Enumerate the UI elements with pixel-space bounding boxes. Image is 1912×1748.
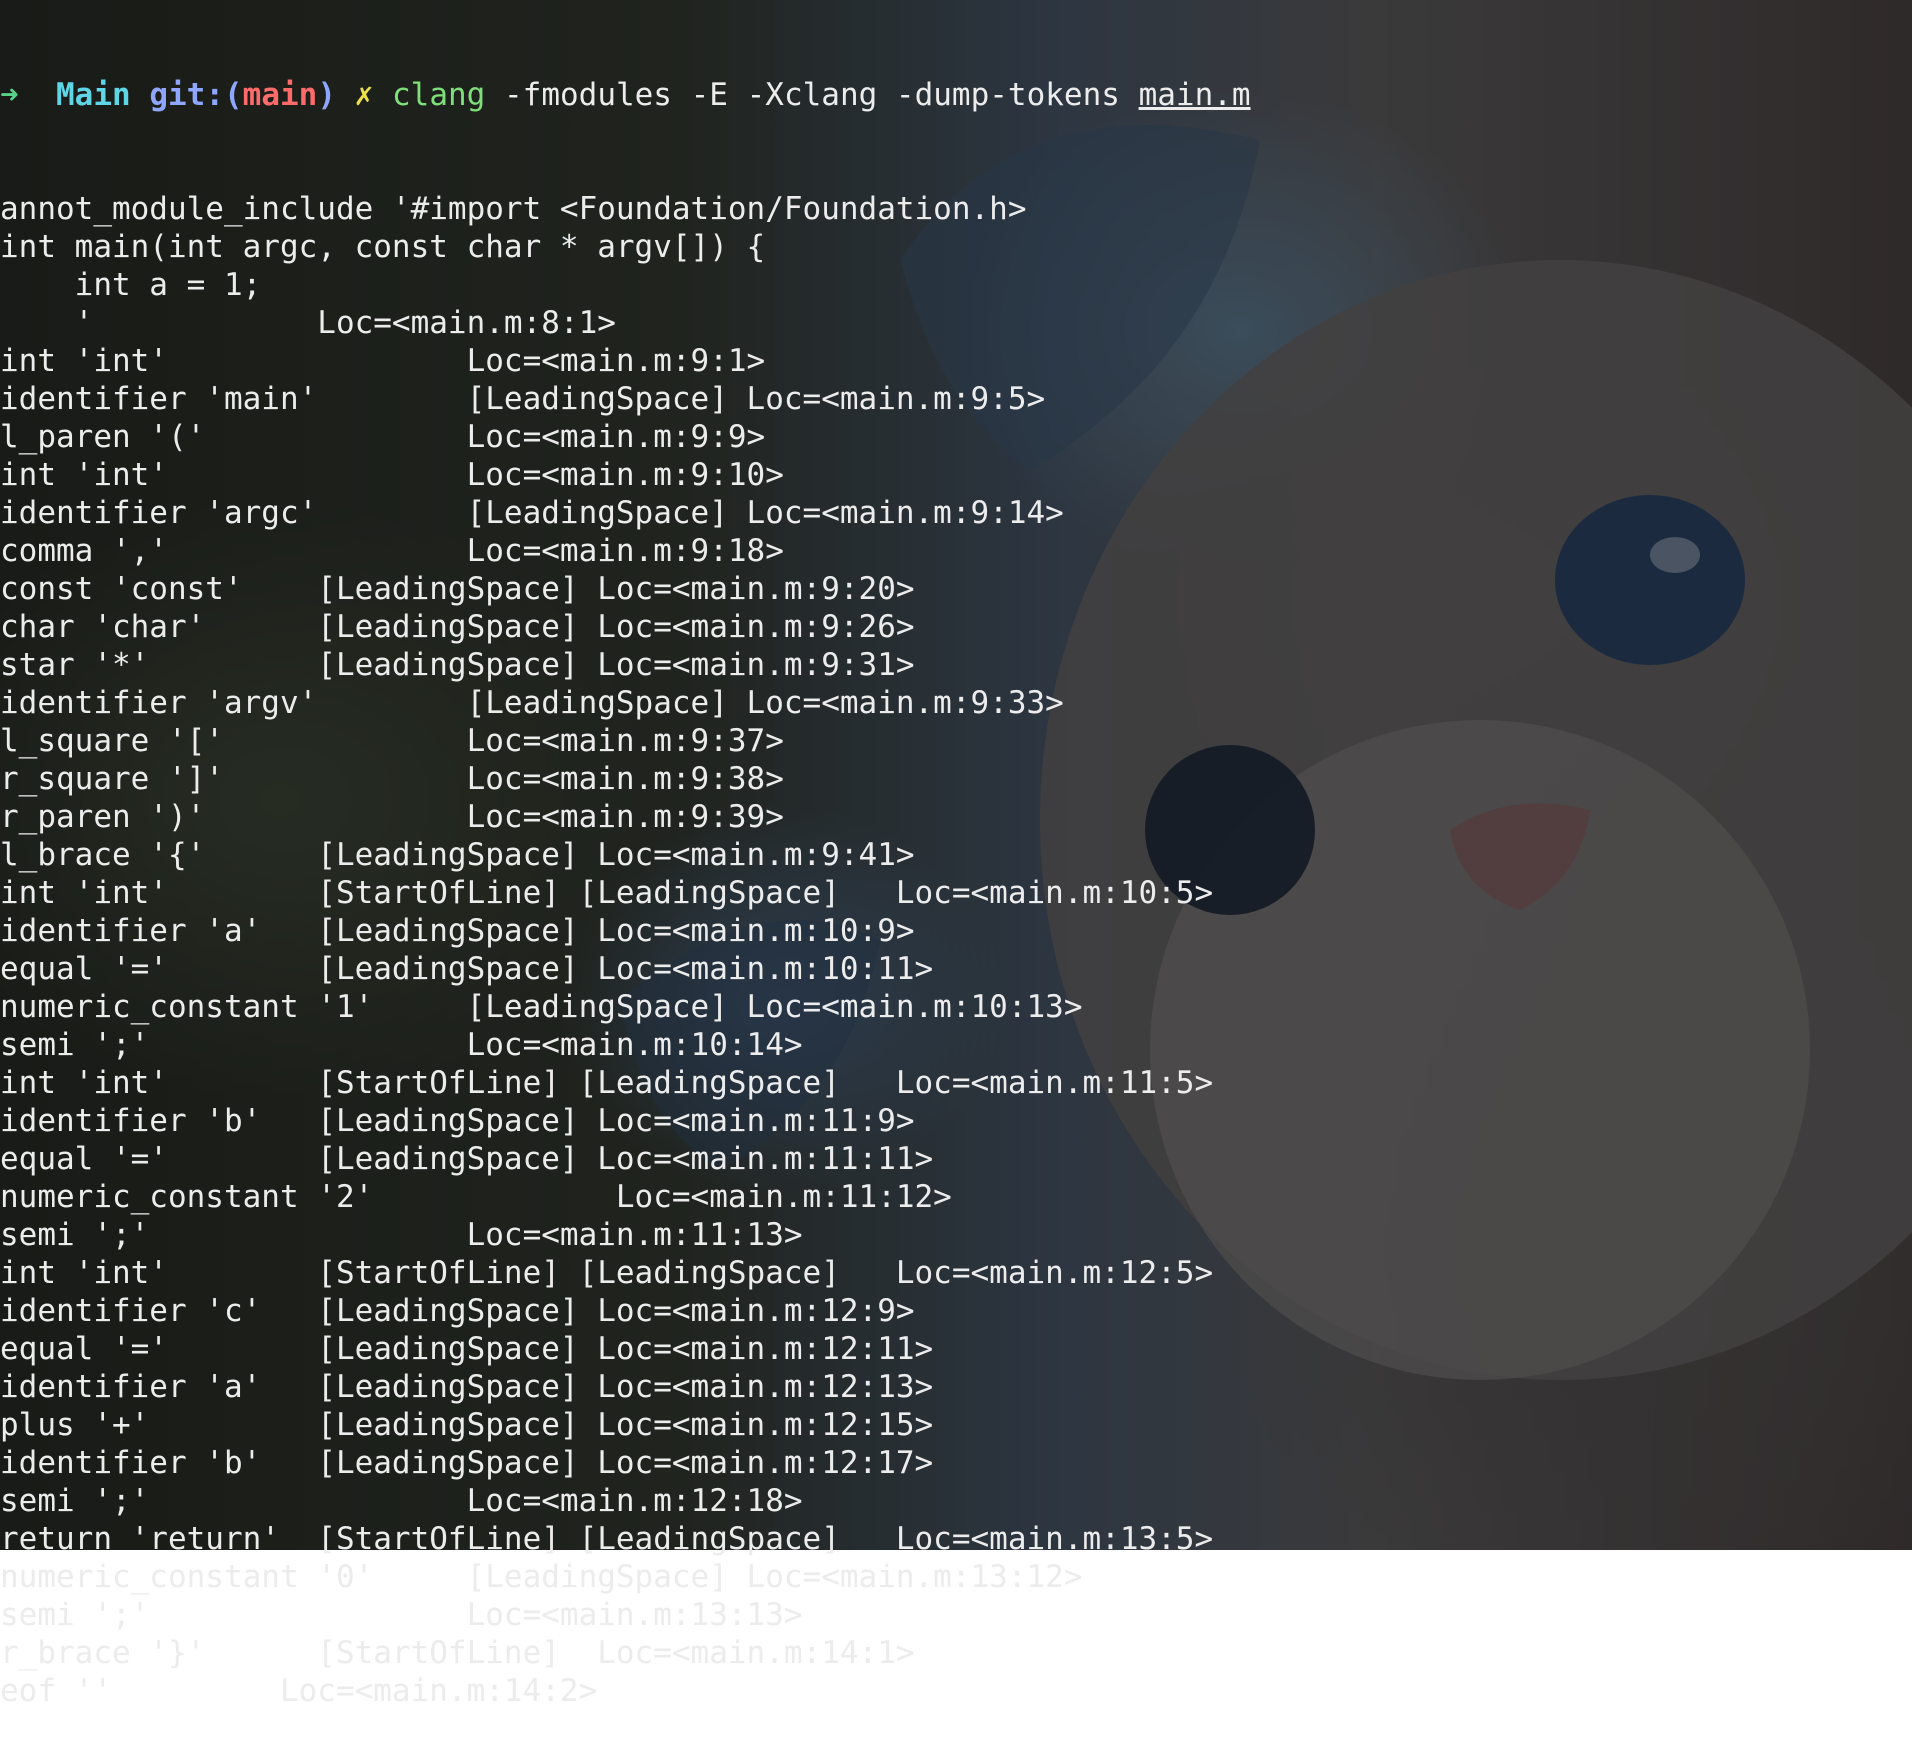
prompt-arrow-icon: ➜ [0,77,19,113]
prompt-branch: main [242,77,318,113]
prompt-directory: Main [56,77,131,113]
output-line: equal '=' [LeadingSpace] Loc=<main.m:11:… [0,1141,934,1177]
output-line: equal '=' [LeadingSpace] Loc=<main.m:10:… [0,951,934,987]
output-line: r_paren ')' Loc=<main.m:9:39> [0,799,784,835]
output-line: r_square ']' Loc=<main.m:9:38> [0,761,784,797]
output-line: annot_module_include '#import <Foundatio… [0,191,1027,227]
output-line: const 'const' [LeadingSpace] Loc=<main.m… [0,571,915,607]
output-line: identifier 'b' [LeadingSpace] Loc=<main.… [0,1445,934,1481]
output-line: comma ',' Loc=<main.m:9:18> [0,533,784,569]
prompt-file[interactable]: main.m [1139,77,1251,113]
output-line: eof '' Loc=<main.m:14:2> [0,1673,598,1709]
output-line: semi ';' Loc=<main.m:10:14> [0,1027,803,1063]
prompt-git-label: git:( [149,77,243,113]
prompt-command: clang [392,77,486,113]
output-line: int 'int' [StartOfLine] [LeadingSpace] L… [0,875,1214,911]
output-line: int 'int' Loc=<main.m:9:1> [0,343,766,379]
output-line: int a = 1; [0,267,262,303]
output-line: equal '=' [LeadingSpace] Loc=<main.m:12:… [0,1331,934,1367]
output-line: identifier 'a' [LeadingSpace] Loc=<main.… [0,1369,934,1405]
output-line: int 'int' [StartOfLine] [LeadingSpace] L… [0,1065,1214,1101]
output-line: numeric_constant '2' Loc=<main.m:11:12> [0,1179,952,1215]
terminal-output[interactable]: ➜ Main git:(main) ✗ clang -fmodules -E -… [0,0,1912,1709]
output-line: semi ';' Loc=<main.m:11:13> [0,1217,803,1253]
output-line: identifier 'main' [LeadingSpace] Loc=<ma… [0,381,1046,417]
output-line: identifier 'a' [LeadingSpace] Loc=<main.… [0,913,915,949]
shell-prompt-line: ➜ Main git:(main) ✗ clang -fmodules -E -… [0,76,1912,114]
output-line: plus '+' [LeadingSpace] Loc=<main.m:12:1… [0,1407,934,1443]
prompt-dirty-icon: ✗ [354,77,374,113]
output-line: l_paren '(' Loc=<main.m:9:9> [0,419,766,455]
output-line: int 'int' Loc=<main.m:9:10> [0,457,784,493]
output-line: int main(int argc, const char * argv[]) … [0,229,766,265]
output-line: r_brace '}' [StartOfLine] Loc=<main.m:14… [0,1635,915,1671]
output-line: l_brace '{' [LeadingSpace] Loc=<main.m:9… [0,837,915,873]
output-line: identifier 'argv' [LeadingSpace] Loc=<ma… [0,685,1064,721]
output-line: return 'return' [StartOfLine] [LeadingSp… [0,1521,1214,1557]
output-line: l_square '[' Loc=<main.m:9:37> [0,723,784,759]
output-line: star '*' [LeadingSpace] Loc=<main.m:9:31… [0,647,915,683]
output-line: char 'char' [LeadingSpace] Loc=<main.m:9… [0,609,915,645]
output-line: semi ';' Loc=<main.m:13:13> [0,1597,803,1633]
output-line: int 'int' [StartOfLine] [LeadingSpace] L… [0,1255,1214,1291]
output-line: identifier 'c' [LeadingSpace] Loc=<main.… [0,1293,915,1329]
token-dump-output: annot_module_include '#import <Foundatio… [0,190,1912,1710]
output-line: ' Loc=<main.m:8:1> [0,305,616,341]
output-line: identifier 'b' [LeadingSpace] Loc=<main.… [0,1103,915,1139]
output-line: identifier 'argc' [LeadingSpace] Loc=<ma… [0,495,1064,531]
output-line: numeric_constant '0' [LeadingSpace] Loc=… [0,1559,1083,1595]
prompt-git-close: ) [317,77,336,113]
output-line: numeric_constant '1' [LeadingSpace] Loc=… [0,989,1083,1025]
prompt-args: -fmodules -E -Xclang -dump-tokens [504,77,1120,113]
output-line: semi ';' Loc=<main.m:12:18> [0,1483,803,1519]
